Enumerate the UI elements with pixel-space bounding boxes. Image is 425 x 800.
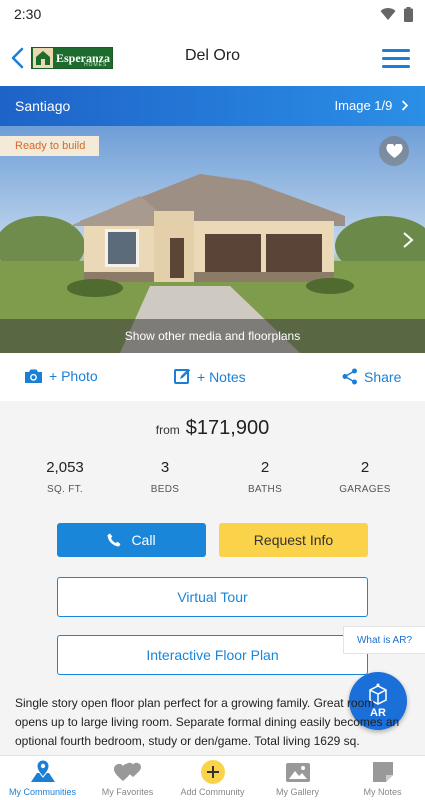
action-row: + Photo + Notes Share xyxy=(0,353,425,401)
tab-my-favorites[interactable]: My Favorites xyxy=(85,756,170,800)
request-info-button[interactable]: Request Info xyxy=(219,523,368,557)
image-counter-text: Image 1/9 xyxy=(334,98,393,113)
add-notes-label: + Notes xyxy=(197,368,246,385)
app-header: Esperanza HOMES Del Oro xyxy=(0,30,425,86)
stat-beds: 3 BEDS xyxy=(115,459,215,495)
stat-value: 2 xyxy=(360,459,370,476)
favorite-heart-button[interactable] xyxy=(379,136,409,166)
what-is-ar-link[interactable]: What is AR? xyxy=(343,626,425,654)
plus-circle-icon xyxy=(200,760,225,784)
gallery-icon xyxy=(285,763,310,782)
home-details: from $171,900 2,053 SQ. FT. 3 BEDS 2 BATH… xyxy=(0,401,425,755)
hearts-icon xyxy=(113,762,141,781)
tab-my-notes[interactable]: My Notes xyxy=(340,756,425,800)
image-counter[interactable]: Image 1/9 xyxy=(335,98,409,113)
note-icon xyxy=(372,762,393,782)
status-icons xyxy=(380,7,413,22)
interactive-floor-plan-button[interactable]: Interactive Floor Plan xyxy=(57,635,368,675)
stat-garages: 2 GARAGES xyxy=(315,459,415,495)
stat-label: SQ. FT. xyxy=(47,484,83,495)
wifi-icon xyxy=(380,8,396,20)
virtual-tour-button[interactable]: Virtual Tour xyxy=(57,577,368,617)
stat-baths: 2 BATHS xyxy=(215,459,315,495)
tab-label: My Gallery xyxy=(275,787,319,797)
tab-my-communities[interactable]: My Communities xyxy=(0,756,85,800)
community-name: Santiago xyxy=(15,98,71,114)
stat-value: 2 xyxy=(260,459,270,476)
camera-icon xyxy=(25,369,42,383)
heart-icon xyxy=(385,143,403,158)
home-stats: 2,053 SQ. FT. 3 BEDS 2 BATHS 2 GARAGES xyxy=(0,459,425,495)
stat-label: BATHS xyxy=(247,484,283,495)
price-line: from $171,900 xyxy=(0,417,425,440)
call-button[interactable]: Call xyxy=(57,523,206,557)
price-prefix: from xyxy=(155,423,180,437)
edit-note-icon xyxy=(174,368,191,384)
status-time: 2:30 xyxy=(14,6,42,22)
stat-label: GARAGES xyxy=(339,484,391,495)
tab-label: My Notes xyxy=(363,787,402,797)
phone-icon xyxy=(107,533,121,547)
chevron-right-icon xyxy=(401,100,409,111)
page-title: Del Oro xyxy=(184,47,241,64)
price-amount: $171,900 xyxy=(185,417,270,439)
stat-label: BEDS xyxy=(150,484,180,495)
ready-to-build-badge: Ready to build xyxy=(0,136,100,156)
add-photo-button[interactable]: + Photo xyxy=(24,368,98,384)
add-notes-button[interactable]: + Notes xyxy=(174,368,246,385)
share-label: Share xyxy=(364,368,402,385)
tab-add-community[interactable]: Add Community xyxy=(170,756,255,800)
add-photo-label: + Photo xyxy=(49,368,98,384)
call-label: Call xyxy=(131,532,156,548)
hamburger-menu-icon[interactable] xyxy=(382,49,410,69)
stat-sqft: 2,053 SQ. FT. xyxy=(15,459,115,495)
status-bar: 2:30 xyxy=(0,0,425,30)
bottom-tab-bar: My Communities My Favorites Add Communit… xyxy=(0,755,425,800)
tab-my-gallery[interactable]: My Gallery xyxy=(255,756,340,800)
home-hero-image[interactable]: Ready to build Show other media and floo… xyxy=(0,126,425,353)
battery-icon xyxy=(404,7,413,22)
home-description: Single story open floor plan perfect for… xyxy=(15,696,400,748)
stat-value: 3 xyxy=(160,459,170,476)
map-pin-icon xyxy=(30,759,55,782)
next-image-chevron-icon[interactable] xyxy=(401,230,415,250)
tab-label: My Communities xyxy=(8,787,76,797)
tab-label: My Favorites xyxy=(101,787,154,797)
share-icon xyxy=(342,368,357,385)
share-button[interactable]: Share xyxy=(342,368,401,385)
stat-value: 2,053 xyxy=(46,459,84,476)
community-band[interactable]: Santiago Image 1/9 xyxy=(0,86,425,126)
tab-label: Add Community xyxy=(180,787,245,797)
show-media-link[interactable]: Show other media and floorplans xyxy=(0,319,425,353)
